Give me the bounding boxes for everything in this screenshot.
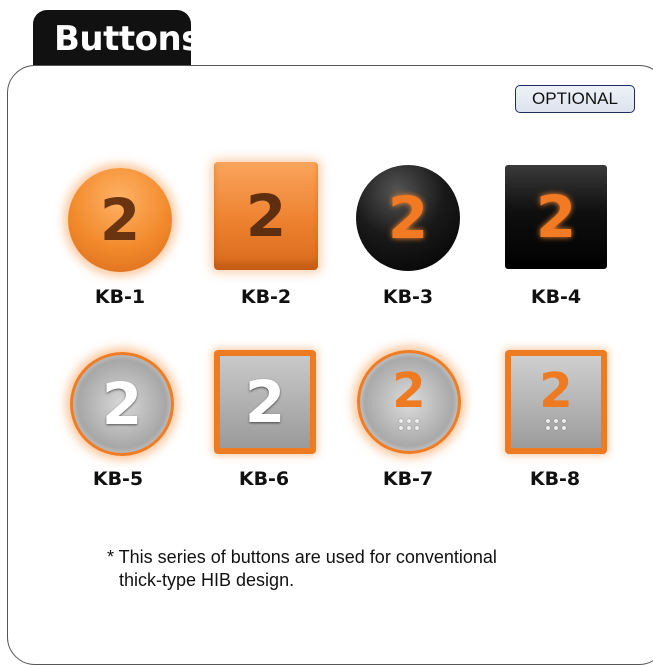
kb-5-button: 2 (70, 352, 174, 456)
kb-6-button: 2 (214, 350, 316, 454)
kb-7-button: 2 (357, 350, 461, 454)
braille-dots-icon (545, 418, 567, 430)
button-number: 2 (99, 186, 141, 254)
kb-5-label: KB-5 (92, 468, 144, 490)
button-number: 2 (245, 182, 287, 250)
page-title: Buttons (54, 19, 201, 59)
kb-2-label: KB-2 (240, 286, 292, 308)
kb-8-button: 2 (505, 350, 607, 454)
button-number: 2 (244, 368, 286, 436)
footnote-line-1: * This series of buttons are used for co… (107, 547, 497, 567)
kb-1-button: 2 (68, 168, 172, 272)
kb-4-label: KB-4 (530, 286, 582, 308)
kb-1-label: KB-1 (94, 286, 146, 308)
kb-7-label: KB-7 (382, 468, 434, 490)
kb-3-button: 2 (356, 165, 460, 271)
footnote-line-2: thick-type HIB design. (119, 570, 295, 590)
optional-badge: OPTIONAL (515, 85, 635, 113)
kb-8-label: KB-8 (529, 468, 581, 490)
kb-4-button: 2 (505, 165, 607, 269)
braille-dots-icon (398, 418, 420, 430)
kb-6-label: KB-6 (238, 468, 290, 490)
button-number: 2 (535, 183, 577, 251)
kb-2-button: 2 (214, 162, 318, 270)
button-number: 2 (392, 362, 426, 419)
kb-3-label: KB-3 (382, 286, 434, 308)
footnote: * This series of buttons are used for co… (107, 546, 607, 592)
button-number: 2 (101, 370, 143, 438)
button-number: 2 (387, 184, 429, 252)
button-number: 2 (539, 362, 573, 419)
